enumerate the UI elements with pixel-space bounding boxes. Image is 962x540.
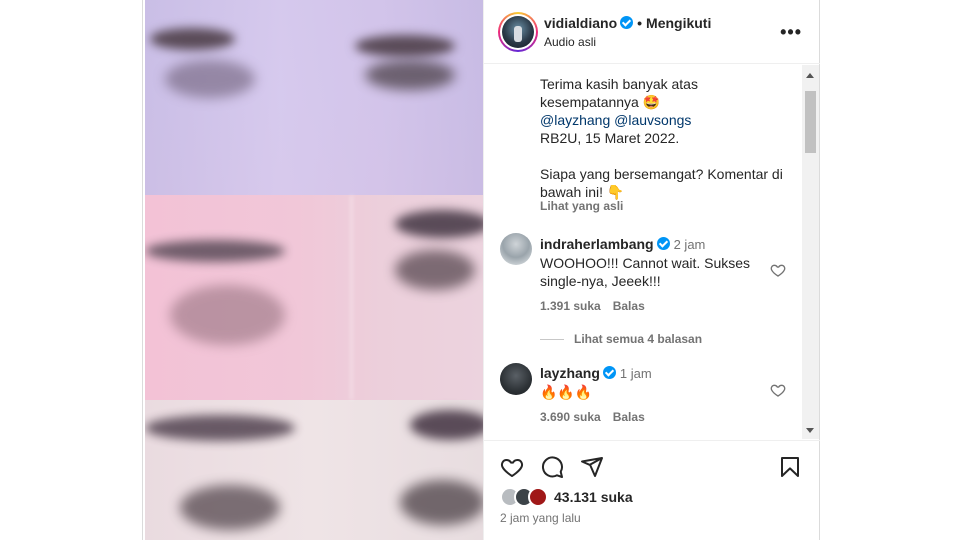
likes-count[interactable]: 43.131 suka [554,489,633,505]
media-eye [365,60,455,90]
verified-badge-icon [602,366,616,379]
liker-avatar [528,487,548,507]
scroll-down-icon[interactable] [806,428,814,433]
author-username[interactable]: vidialdiano [544,15,617,31]
caption-line: kesempatannya 🤩 [540,94,661,110]
media-eye [355,35,455,57]
caption-mentions: @layzhang @lauvsongs [540,111,790,129]
instagram-post-modal: vidialdiano • Mengikuti Audio asli ••• Ter… [0,0,962,540]
comment-text: WOOHOO!!! Cannot wait. Sukses single-nya… [540,255,751,289]
following-button[interactable]: Mengikuti [646,15,711,31]
media-eye [410,410,483,440]
separator-dot: • [637,15,643,31]
avatar-image [502,16,534,48]
comment-likes[interactable]: 1.391 suka [540,299,601,313]
media-eye [400,480,483,525]
media-eye [170,285,285,345]
media-divider [350,195,353,400]
comment-avatar[interactable] [500,363,532,395]
view-replies-link[interactable]: Lihat semua 4 balasan [540,332,702,346]
media-eye [180,485,280,530]
media-eye [145,240,285,262]
media-eye [395,210,483,238]
comment-heart-icon[interactable] [770,262,786,278]
reply-button[interactable]: Balas [613,410,645,424]
mention-link[interactable]: @layzhang [540,112,610,128]
avatar-inner [500,14,536,50]
post-header: vidialdiano • Mengikuti Audio asli ••• [484,0,820,64]
post-caption: Terima kasih banyak atas kesempatannya 🤩… [540,75,790,201]
post-timestamp[interactable]: 2 jam yang lalu [500,511,581,525]
media-eye [145,415,295,441]
caption-line: Siapa yang bersemangat? Komentar di [540,166,783,182]
caption-line: RB2U, 15 Maret 2022. [540,130,680,146]
comment-user-row: layzhang 1 jam [540,365,652,381]
author-username-row: vidialdiano • Mengikuti [544,15,711,31]
post-details-panel: vidialdiano • Mengikuti Audio asli ••• Ter… [483,0,820,540]
caption-spacer [540,147,790,165]
more-options-icon[interactable]: ••• [780,22,802,43]
comment-heart-icon[interactable] [770,382,786,398]
post-media[interactable] [145,0,483,540]
reply-button[interactable]: Balas [613,299,645,313]
verified-badge-icon [620,16,634,29]
media-eye [395,250,475,290]
post-actions: 43.131 suka 2 jam yang lalu [484,440,820,540]
comment-text: 🔥🔥🔥 [540,384,593,400]
liker-avatars[interactable] [500,487,554,507]
comment-user-row: indraherlambang 2 jam [540,236,705,252]
comments-scroll-area[interactable]: Terima kasih banyak atas kesempatannya 🤩… [484,65,820,440]
verified-badge-icon [656,237,670,250]
scroll-up-icon[interactable] [806,73,814,78]
media-eye [150,28,235,50]
see-original-link[interactable]: Lihat yang asli [540,199,623,213]
scrollbar-thumb[interactable] [805,91,816,153]
comment-username[interactable]: indraherlambang [540,236,654,252]
comment-time[interactable]: 2 jam [674,237,706,252]
comment-username[interactable]: layzhang [540,365,600,381]
send-icon[interactable] [580,455,604,479]
audio-link[interactable]: Audio asli [544,35,596,49]
heart-icon[interactable] [500,455,524,479]
comment-avatar[interactable] [500,233,532,265]
caption-line: Terima kasih banyak atas [540,76,698,92]
replies-line [540,339,564,341]
comment-time[interactable]: 1 jam [620,366,652,381]
bookmark-icon[interactable] [778,455,802,479]
view-replies-label: Lihat semua 4 balasan [574,332,703,346]
comment-likes[interactable]: 3.690 suka [540,410,601,424]
comment-meta: 3.690 suka Balas [540,410,645,424]
comment-icon[interactable] [540,455,564,479]
comments-scrollbar[interactable] [802,65,819,439]
comment-meta: 1.391 suka Balas [540,299,645,313]
mention-link[interactable]: @lauvsongs [614,112,691,128]
author-avatar[interactable] [498,12,538,52]
media-eye [165,60,255,98]
